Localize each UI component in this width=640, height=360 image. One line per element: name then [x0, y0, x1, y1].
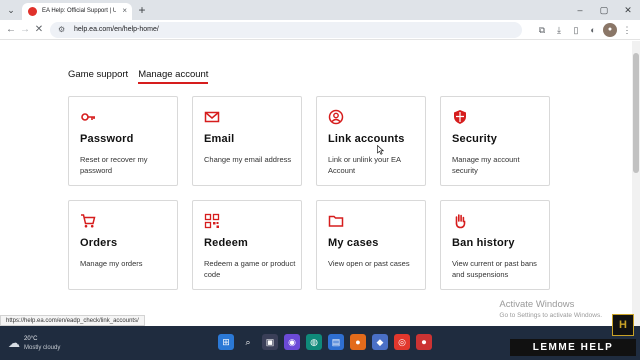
forward-arrow-icon[interactable]: →: [18, 23, 32, 37]
tab-manage-account[interactable]: Manage account: [138, 68, 209, 84]
card-title: Ban history: [452, 237, 515, 249]
card-description: Manage my orders: [80, 259, 143, 268]
card-description: Link or unlink your EA Account: [328, 155, 401, 175]
weather-condition[interactable]: Mostly cloudy: [24, 344, 60, 352]
card-description: View open or past cases: [328, 259, 410, 268]
page-scrollbar[interactable]: [632, 41, 640, 326]
card-link-accounts[interactable]: Link accounts Link or unlink your EA Acc…: [316, 96, 426, 186]
site-info-icon[interactable]: ⚙: [58, 24, 65, 36]
minimize-button[interactable]: –: [568, 0, 592, 20]
download-icon[interactable]: ⤓: [552, 23, 566, 37]
tab-strip: ⌄ EA Help: Official Support | Unit × + –…: [0, 0, 640, 20]
card-email[interactable]: Email Change my email address: [192, 96, 302, 186]
activate-windows-watermark: Activate Windows Go to Settings to activ…: [499, 299, 602, 320]
close-window-button[interactable]: ✕: [616, 0, 640, 20]
card-title: Redeem: [204, 237, 248, 249]
browser-app-icon[interactable]: ◆: [372, 334, 388, 350]
toolbar-icons: ⧉ ⤓ ▯ ◐ ● ⋮: [535, 23, 634, 37]
window-controls: – ▢ ✕: [568, 0, 640, 20]
weather-temperature[interactable]: 20°C: [24, 335, 37, 343]
profile-avatar[interactable]: ●: [603, 23, 617, 37]
lemme-help-logo: H: [612, 314, 634, 336]
card-security[interactable]: Security Manage my account security: [440, 96, 550, 186]
card-description: Redeem a game or product code: [204, 259, 296, 279]
link-status-bubble: https://help.ea.com/en/eadp_check/link_a…: [0, 315, 145, 326]
card-title: Security: [452, 133, 498, 145]
card-title: Orders: [80, 237, 118, 249]
user-circle-icon: [328, 109, 344, 125]
card-orders[interactable]: Orders Manage my orders: [68, 200, 178, 290]
card-redeem[interactable]: Redeem Redeem a game or product code: [192, 200, 302, 290]
hand-icon: [455, 214, 466, 229]
tab-search-icon[interactable]: ⌄: [4, 3, 18, 17]
side-panel-icon[interactable]: ▯: [569, 23, 583, 37]
lemme-help-banner: LEMME HELP: [510, 339, 636, 356]
support-subnav: Game support Manage account: [68, 68, 209, 84]
windows-start-icon[interactable]: ⊞: [218, 334, 234, 350]
recorder-icon[interactable]: ⏺: [416, 334, 432, 350]
tab-title: EA Help: Official Support | Unit: [42, 8, 116, 14]
file-explorer-icon[interactable]: ▤: [328, 334, 344, 350]
card-title: Password: [80, 133, 134, 145]
back-arrow-icon[interactable]: ←: [4, 23, 18, 37]
mouse-cursor-icon: [377, 145, 384, 155]
address-url: help.ea.com/en/help-home/: [74, 26, 159, 33]
cart-icon: [81, 214, 96, 228]
browser-toolbar: ← → ✕ ⚙ help.ea.com/en/help-home/ ⧉ ⤓ ▯ …: [0, 20, 640, 40]
cloud-icon[interactable]: ☁: [8, 336, 20, 350]
search-icon[interactable]: ⌕: [240, 334, 256, 350]
card-my-cases[interactable]: My cases View open or past cases: [316, 200, 426, 290]
address-bar[interactable]: ⚙ help.ea.com/en/help-home/: [50, 22, 522, 38]
edge-icon[interactable]: ◍: [306, 334, 322, 350]
page-content: Game support Manage account Password Res…: [0, 41, 632, 326]
taskbar-apps: ⊞ ⌕ ▣ ◉ ◍ ▤ ● ◆ ◎ ⏺: [218, 334, 432, 350]
new-tab-button[interactable]: +: [135, 3, 149, 17]
card-description: Manage my account security: [452, 155, 520, 175]
card-description: Reset or recover my password: [80, 155, 148, 175]
firefox-icon[interactable]: ●: [350, 334, 366, 350]
tab-close-icon[interactable]: ×: [122, 6, 127, 16]
folder-icon: [328, 215, 344, 227]
watermark-subtitle: Go to Settings to activate Windows.: [499, 312, 602, 319]
task-view-icon[interactable]: ▣: [262, 334, 278, 350]
maximize-button[interactable]: ▢: [592, 0, 616, 20]
card-description: Change my email address: [204, 155, 292, 164]
chat-icon[interactable]: ◉: [284, 334, 300, 350]
browser-tab[interactable]: EA Help: Official Support | Unit ×: [22, 3, 132, 20]
card-title: Email: [204, 133, 235, 145]
envelope-icon: [204, 111, 220, 123]
menu-icon[interactable]: ⋮: [620, 23, 634, 37]
chrome-icon[interactable]: ◎: [394, 334, 410, 350]
card-title: Link accounts: [328, 133, 405, 145]
scrollbar-thumb[interactable]: [633, 53, 639, 173]
card-description: View current or past bans and suspension…: [452, 259, 537, 279]
shield-icon: [454, 110, 466, 124]
tab-game-support[interactable]: Game support: [68, 68, 128, 84]
stop-loading-icon[interactable]: ✕: [32, 23, 46, 37]
card-password[interactable]: Password Reset or recover my password: [68, 96, 178, 186]
qr-code-icon: [204, 213, 220, 229]
card-title: My cases: [328, 237, 379, 249]
extensions-icon[interactable]: ⧉: [535, 23, 549, 37]
watermark-title: Activate Windows: [499, 299, 575, 310]
copilot-icon[interactable]: ◐: [586, 23, 600, 37]
ea-favicon-icon: [28, 7, 37, 16]
key-icon: [81, 113, 95, 121]
card-ban-history[interactable]: Ban history View current or past bans an…: [440, 200, 550, 290]
